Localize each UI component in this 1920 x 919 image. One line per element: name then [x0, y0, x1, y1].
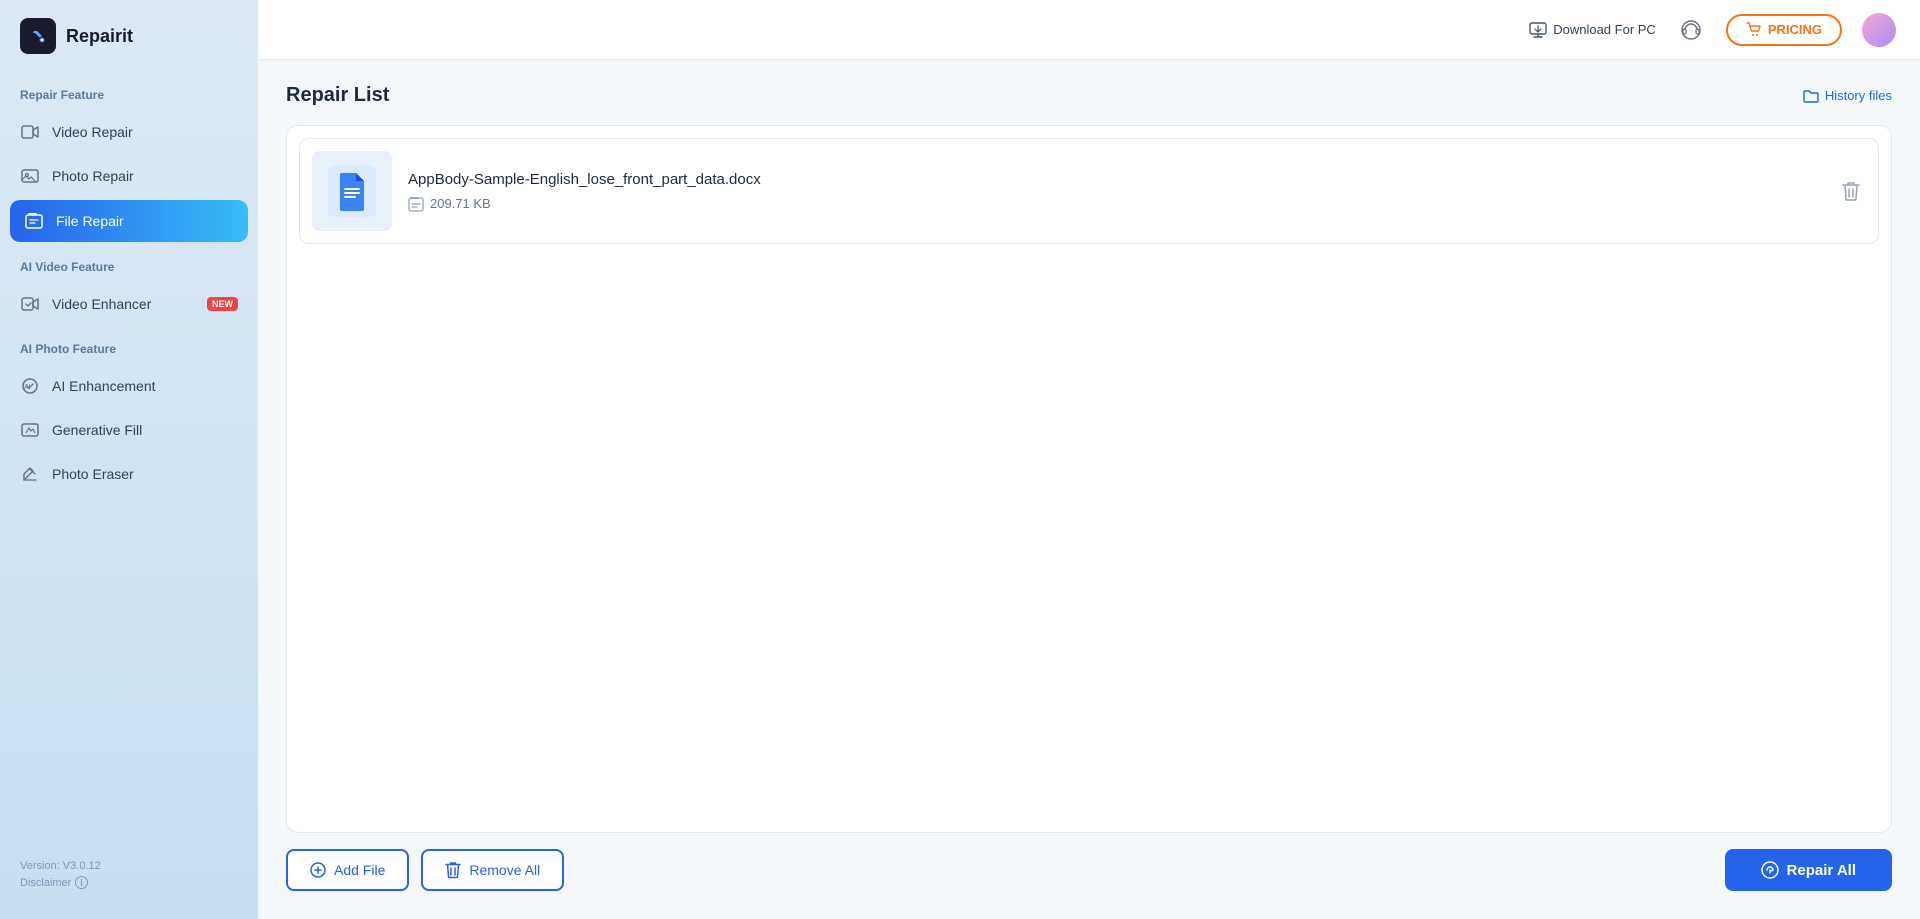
remove-all-icon: [445, 861, 461, 879]
sidebar-item-ai-enhancement-label: AI Enhancement: [52, 378, 238, 394]
file-list-area: AppBody-Sample-English_lose_front_part_d…: [286, 125, 1892, 833]
support-button[interactable]: [1676, 15, 1706, 45]
sidebar: Repairit Repair Feature Video Repair Pho…: [0, 0, 258, 919]
generative-fill-icon: [20, 420, 40, 440]
svg-text:AI: AI: [24, 384, 31, 391]
sidebar-item-video-enhancer-label: Video Enhancer: [52, 296, 195, 312]
add-file-button[interactable]: Add File: [286, 849, 409, 891]
section-label-ai-video: AI Video Feature: [0, 244, 258, 282]
file-repair-icon: [24, 211, 44, 231]
file-name: AppBody-Sample-English_lose_front_part_d…: [408, 171, 1866, 188]
main-content: Download For PC PRICING Repair List: [258, 0, 1920, 919]
monitor-icon: [1529, 21, 1547, 39]
add-icon: [310, 862, 326, 878]
section-label-repair-feature: Repair Feature: [0, 72, 258, 110]
repair-list-title: Repair List: [286, 84, 389, 107]
app-logo-icon: [20, 18, 56, 54]
remove-all-button[interactable]: Remove All: [421, 849, 564, 891]
table-row: AppBody-Sample-English_lose_front_part_d…: [299, 138, 1879, 244]
file-size-row: 209.71 KB: [408, 196, 1866, 212]
download-for-pc-button[interactable]: Download For PC: [1529, 21, 1656, 39]
repair-all-button[interactable]: Repair All: [1725, 849, 1892, 891]
sidebar-item-photo-eraser-label: Photo Eraser: [52, 466, 238, 482]
sidebar-item-ai-enhancement[interactable]: AI AI Enhancement: [0, 365, 258, 407]
disclaimer-label: Disclaimer: [20, 877, 71, 889]
user-avatar[interactable]: [1862, 13, 1896, 47]
delete-file-button[interactable]: [1838, 177, 1864, 205]
file-size-icon: [408, 196, 424, 212]
video-enhancer-icon: [20, 294, 40, 314]
history-files-label: History files: [1825, 88, 1892, 103]
bottom-left-actions: Add File Remove All: [286, 849, 564, 891]
sidebar-item-file-repair-label: File Repair: [56, 213, 234, 229]
headset-icon: [1680, 19, 1702, 41]
section-label-ai-photo: AI Photo Feature: [0, 326, 258, 364]
sidebar-item-file-repair[interactable]: File Repair: [10, 200, 248, 242]
file-info: AppBody-Sample-English_lose_front_part_d…: [408, 171, 1866, 212]
info-icon: [75, 876, 88, 889]
folder-icon: [1803, 88, 1819, 104]
sidebar-item-photo-repair[interactable]: Photo Repair: [0, 155, 258, 197]
sidebar-footer: Version: V3.0.12 Disclaimer: [0, 850, 258, 899]
repair-icon: [1761, 861, 1779, 879]
repair-all-label: Repair All: [1787, 862, 1856, 879]
content-area: Repair List History files: [258, 60, 1920, 919]
trash-icon: [1842, 181, 1860, 201]
cart-icon: [1746, 22, 1762, 38]
ai-enhancement-icon: AI: [20, 376, 40, 396]
pricing-label: PRICING: [1768, 22, 1822, 37]
sidebar-item-video-enhancer[interactable]: Video Enhancer NEW: [0, 283, 258, 325]
history-files-button[interactable]: History files: [1803, 88, 1892, 104]
remove-all-label: Remove All: [469, 862, 540, 878]
new-badge: NEW: [207, 297, 238, 311]
sidebar-item-video-repair[interactable]: Video Repair: [0, 111, 258, 153]
header: Download For PC PRICING: [258, 0, 1920, 60]
pricing-button[interactable]: PRICING: [1726, 14, 1842, 46]
file-thumbnail: [312, 151, 392, 231]
disclaimer-row[interactable]: Disclaimer: [20, 876, 238, 889]
logo-area[interactable]: Repairit: [0, 0, 258, 72]
sidebar-item-generative-fill-label: Generative Fill: [52, 422, 238, 438]
app-name: Repairit: [66, 26, 133, 47]
sidebar-item-generative-fill[interactable]: Generative Fill: [0, 409, 258, 451]
add-file-label: Add File: [334, 862, 385, 878]
sidebar-item-photo-eraser[interactable]: Photo Eraser: [0, 453, 258, 495]
version-label: Version: V3.0.12: [20, 860, 238, 872]
video-repair-icon: [20, 122, 40, 142]
download-label: Download For PC: [1553, 22, 1656, 37]
sidebar-item-video-repair-label: Video Repair: [52, 124, 238, 140]
sidebar-item-photo-repair-label: Photo Repair: [52, 168, 238, 184]
photo-repair-icon: [20, 166, 40, 186]
docx-file-icon: [328, 165, 376, 217]
content-header: Repair List History files: [286, 84, 1892, 107]
bottom-bar: Add File Remove All Repair All: [286, 833, 1892, 895]
photo-eraser-icon: [20, 464, 40, 484]
file-size: 209.71 KB: [430, 196, 491, 211]
